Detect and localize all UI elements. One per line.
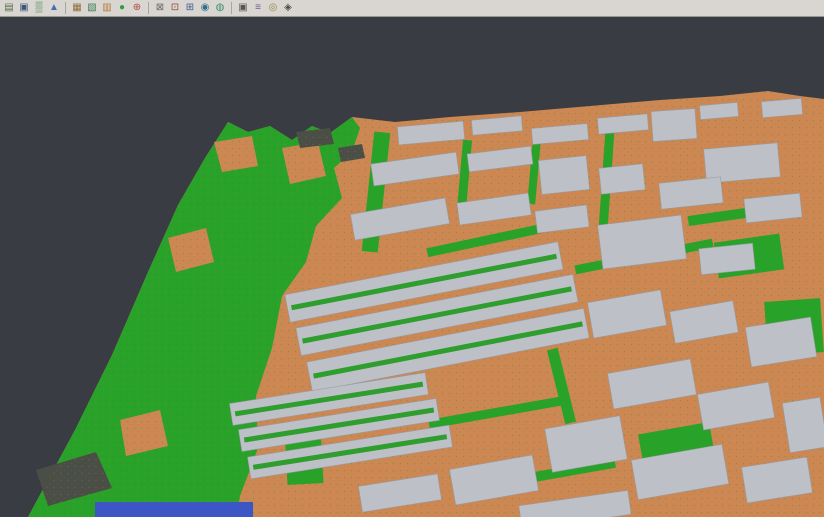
measure-icon[interactable]: ⊕ xyxy=(130,1,144,15)
water-classified-area xyxy=(95,502,253,517)
grid-icon[interactable]: ⊞ xyxy=(183,1,197,15)
zoom-extent-icon[interactable]: ◎ xyxy=(266,1,280,15)
globe-icon[interactable]: ◍ xyxy=(213,1,227,15)
toolbar-separator xyxy=(65,2,66,14)
building xyxy=(699,102,738,119)
building xyxy=(599,164,645,194)
toolbar: ▤▣▒▲▦▧▥●⊕⊠⊡⊞◉◍▣≡◎◈ xyxy=(0,0,824,17)
main-window: ▤▣▒▲▦▧▥●⊕⊠⊡⊞◉◍▣≡◎◈ xyxy=(0,0,824,517)
building xyxy=(761,98,802,117)
toolbar-separator xyxy=(231,2,232,14)
point-cloud-icon[interactable]: ▒ xyxy=(32,1,46,15)
building xyxy=(538,156,589,195)
texture-icon[interactable]: ▦ xyxy=(70,1,84,15)
screenshot-icon[interactable]: ▣ xyxy=(236,1,250,15)
orthophoto-icon[interactable]: ▥ xyxy=(100,1,114,15)
dem-icon[interactable]: ▧ xyxy=(85,1,99,15)
viewport-canvas[interactable] xyxy=(0,17,824,517)
crop-icon[interactable]: ⊠ xyxy=(153,1,167,15)
building xyxy=(651,109,697,142)
camera-icon[interactable]: ◉ xyxy=(198,1,212,15)
mesh-icon[interactable]: ▲ xyxy=(47,1,61,15)
settings-icon[interactable]: ⊡ xyxy=(168,1,182,15)
toolbar-separator xyxy=(148,2,149,14)
building xyxy=(699,243,755,275)
viewport-3d[interactable] xyxy=(0,17,824,517)
layers-icon[interactable]: ≡ xyxy=(251,1,265,15)
classify-icon[interactable]: ● xyxy=(115,1,129,15)
info-icon[interactable]: ◈ xyxy=(281,1,295,15)
open-project-icon[interactable]: ▤ xyxy=(2,1,16,15)
building xyxy=(782,397,824,452)
save-icon[interactable]: ▣ xyxy=(17,1,31,15)
